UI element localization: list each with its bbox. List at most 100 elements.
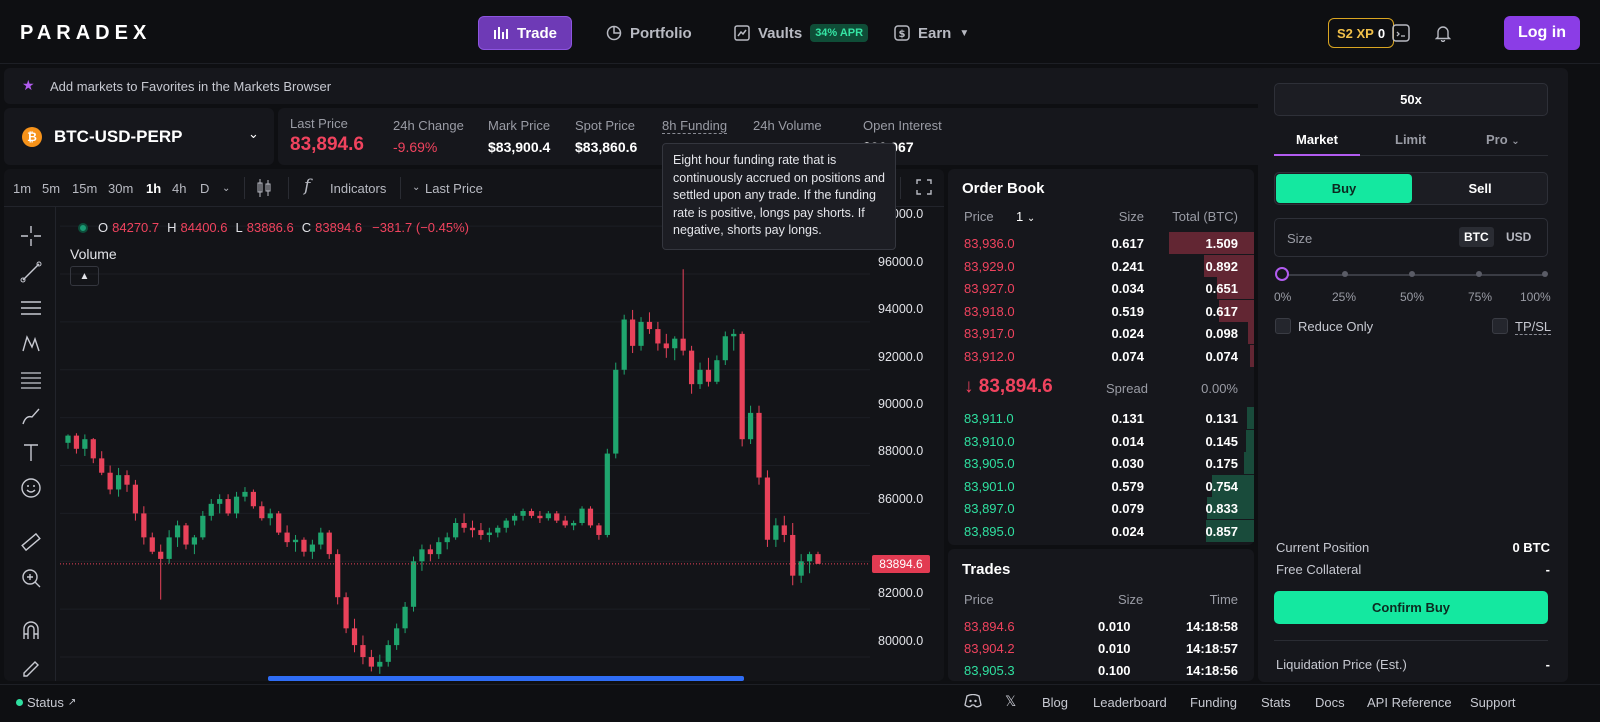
slider-tick[interactable] xyxy=(1542,271,1548,277)
candle xyxy=(335,549,341,605)
collapse-chevron-icon[interactable]: ▲ xyxy=(70,266,99,286)
nav-portfolio-button[interactable]: Portfolio xyxy=(592,16,706,50)
candle xyxy=(537,511,543,523)
ask-row[interactable]: 83,929.0 0.241 0.892 xyxy=(948,254,1254,277)
bid-size: 0.131 xyxy=(1111,411,1144,426)
ob-grouping-select[interactable]: 1 ⌄ xyxy=(1016,209,1035,224)
paradex-logo[interactable]: PARADEX xyxy=(20,22,151,45)
market-selector[interactable]: ₿ BTC-USD-PERP ⌄ xyxy=(4,108,274,165)
trend-line-icon[interactable] xyxy=(18,259,44,285)
ask-row[interactable]: 83,918.0 0.519 0.617 xyxy=(948,299,1254,322)
footer-leaderboard-link[interactable]: Leaderboard xyxy=(1093,695,1167,710)
bid-row[interactable]: 83,910.0 0.014 0.145 xyxy=(948,429,1254,452)
footer-api-link[interactable]: API Reference xyxy=(1367,695,1452,710)
nav-earn-button[interactable]: $ Earn ▼ xyxy=(880,16,983,50)
slider-tick[interactable] xyxy=(1409,271,1415,277)
pct-75[interactable]: 75% xyxy=(1468,290,1492,304)
bid-row[interactable]: 83,901.0 0.579 0.754 xyxy=(948,474,1254,497)
candle xyxy=(394,623,400,650)
size-slider-handle[interactable] xyxy=(1275,267,1289,281)
confirm-buy-button[interactable]: Confirm Buy xyxy=(1274,591,1548,624)
bell-icon[interactable] xyxy=(1428,18,1458,48)
bitcoin-icon: ₿ xyxy=(22,127,42,147)
candle xyxy=(225,494,231,516)
horizontal-lines-icon[interactable] xyxy=(18,295,44,321)
lock-drawing-icon[interactable] xyxy=(18,653,44,679)
candle xyxy=(174,520,181,547)
candle xyxy=(166,530,172,564)
series-visibility-icon[interactable] xyxy=(78,222,88,233)
candle-body xyxy=(242,491,248,497)
tab-market[interactable]: Market xyxy=(1296,132,1338,147)
candle xyxy=(747,405,754,444)
bid-row[interactable]: 83,905.0 0.030 0.175 xyxy=(948,452,1254,474)
nav-trade-button[interactable]: Trade xyxy=(478,16,573,50)
xp-badge[interactable]: S2 XP 0 xyxy=(1328,18,1395,48)
candle-body xyxy=(200,515,206,538)
x-twitter-icon[interactable]: 𝕏 xyxy=(1005,693,1016,710)
top-navigation: PARADEX Trade Portfolio Vaults 34% APR $… xyxy=(0,0,1600,64)
crosshair-icon[interactable] xyxy=(18,223,44,249)
text-tool-icon[interactable] xyxy=(18,439,44,465)
ask-row[interactable]: 83,936.0 0.617 1.509 xyxy=(948,232,1254,254)
chevron-down-icon[interactable]: ⌄ xyxy=(248,126,259,142)
candle xyxy=(613,362,619,459)
zoom-in-icon[interactable] xyxy=(18,565,44,591)
login-button[interactable]: Log in xyxy=(1504,16,1580,50)
last-price-label: Last Price xyxy=(290,116,348,131)
bid-row[interactable]: 83,911.0 0.131 0.131 xyxy=(948,407,1254,429)
candle xyxy=(259,501,265,521)
fib-retracement-icon[interactable] xyxy=(18,367,44,393)
pct-25[interactable]: 25% xyxy=(1332,290,1356,304)
ruler-icon[interactable] xyxy=(18,529,44,555)
footer-blog-link[interactable]: Blog xyxy=(1042,695,1068,710)
size-input[interactable]: Size BTC USD xyxy=(1274,218,1548,257)
pct-0[interactable]: 0% xyxy=(1274,290,1291,304)
y-axis-label: 90000.0 xyxy=(878,397,924,411)
pct-100[interactable]: 100% xyxy=(1520,290,1551,304)
tab-pro[interactable]: Pro ⌄ xyxy=(1486,132,1520,147)
brush-icon[interactable] xyxy=(18,403,44,429)
bid-row[interactable]: 83,897.0 0.079 0.833 xyxy=(948,497,1254,519)
footer-docs-link[interactable]: Docs xyxy=(1315,695,1345,710)
terminal-icon[interactable] xyxy=(1386,18,1416,48)
pattern-icon[interactable] xyxy=(18,331,44,357)
funding-label[interactable]: 8h Funding xyxy=(662,118,728,134)
magnet-icon[interactable] xyxy=(18,617,44,643)
candle-body xyxy=(259,506,265,519)
sell-side-button[interactable]: Sell xyxy=(1412,174,1548,203)
candle xyxy=(638,317,644,351)
stat-8h-funding[interactable]: 8h Funding xyxy=(662,118,728,134)
chart-scrollbar[interactable] xyxy=(268,676,744,681)
discord-icon[interactable] xyxy=(964,693,982,711)
low-label: L xyxy=(235,220,243,235)
pct-50[interactable]: 50% xyxy=(1400,290,1424,304)
slider-tick[interactable] xyxy=(1476,271,1482,277)
reduce-only-checkbox[interactable] xyxy=(1275,318,1291,334)
ask-row[interactable]: 83,912.0 0.074 0.074 xyxy=(948,344,1254,367)
status-link[interactable]: Status ↗ xyxy=(16,695,76,710)
slider-tick[interactable] xyxy=(1342,271,1348,277)
unit-btc-button[interactable]: BTC xyxy=(1459,227,1494,247)
unit-usd-button[interactable]: USD xyxy=(1501,227,1536,247)
footer-support-link[interactable]: Support xyxy=(1470,695,1516,710)
stat-24h-change: 24h Change -9.69% xyxy=(393,118,464,155)
tpsl-checkbox[interactable] xyxy=(1492,318,1508,334)
candle xyxy=(191,534,198,555)
candle-body xyxy=(208,503,214,516)
bid-row[interactable]: 83,895.0 0.024 0.857 xyxy=(948,519,1254,542)
tab-limit[interactable]: Limit xyxy=(1395,132,1426,147)
footer-stats-link[interactable]: Stats xyxy=(1261,695,1291,710)
leverage-button[interactable]: 50x xyxy=(1274,83,1548,116)
nav-vaults-button[interactable]: Vaults 34% APR xyxy=(720,16,882,50)
candle-body xyxy=(486,532,492,535)
buy-side-button[interactable]: Buy xyxy=(1276,174,1412,203)
footer-funding-link[interactable]: Funding xyxy=(1190,695,1237,710)
ask-row[interactable]: 83,917.0 0.024 0.098 xyxy=(948,322,1254,344)
ask-row[interactable]: 83,927.0 0.034 0.651 xyxy=(948,277,1254,299)
spread-label: Spread xyxy=(1106,381,1148,396)
trade-time: 14:18:56 xyxy=(1185,663,1238,678)
candle-body xyxy=(461,523,467,528)
emoji-icon[interactable] xyxy=(18,475,44,501)
y-axis-label: 82000.0 xyxy=(878,586,924,600)
